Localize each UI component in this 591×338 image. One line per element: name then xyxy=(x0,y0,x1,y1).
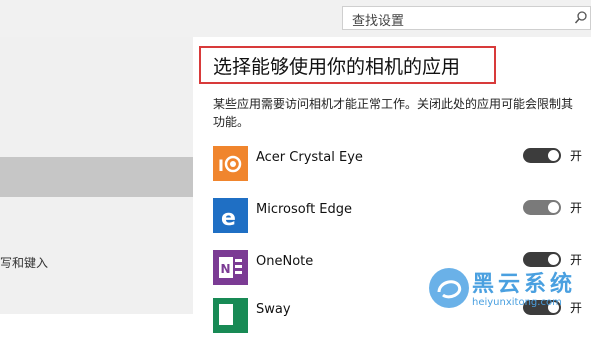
svg-text:e: e xyxy=(221,206,236,231)
watermark: 黑云系统 heiyunxitong.com xyxy=(425,264,591,314)
search-input[interactable]: 查找设置 xyxy=(342,6,591,30)
svg-text:N: N xyxy=(221,262,231,276)
list-item: e Microsoft Edge 开 xyxy=(213,198,591,238)
app-name: Microsoft Edge xyxy=(256,202,353,217)
search-icon[interactable] xyxy=(574,9,588,27)
list-item: I Acer Crystal Eye 开 xyxy=(213,146,591,186)
edge-icon: e xyxy=(213,198,248,233)
onenote-icon: N xyxy=(213,250,248,285)
watermark-logo-icon xyxy=(429,268,469,308)
svg-text:I: I xyxy=(218,156,224,175)
sidebar-item-label[interactable]: 书写和键入 xyxy=(0,254,48,271)
sidebar: 书写和键入 xyxy=(0,37,193,314)
acer-crystal-eye-icon: I xyxy=(213,146,248,181)
app-name: OneNote xyxy=(256,254,314,269)
watermark-text: 黑云系统 xyxy=(472,272,577,297)
page-title: 选择能够使用你的相机的应用 xyxy=(213,56,461,78)
toggle-state-label: 开 xyxy=(570,201,583,215)
page-description: 某些应用需要访问相机才能正常工作。关闭此处的应用可能会限制其功能。 xyxy=(213,97,574,129)
sidebar-item-selected[interactable] xyxy=(0,157,193,197)
search-placeholder: 查找设置 xyxy=(352,14,405,29)
toggle-state-label: 开 xyxy=(570,149,583,163)
app-name: Sway xyxy=(256,302,291,317)
watermark-url: heiyunxitong.com xyxy=(472,297,562,308)
app-name: Acer Crystal Eye xyxy=(256,150,363,165)
camera-toggle[interactable] xyxy=(523,148,561,163)
camera-toggle[interactable] xyxy=(523,200,561,215)
sway-icon xyxy=(213,298,248,333)
